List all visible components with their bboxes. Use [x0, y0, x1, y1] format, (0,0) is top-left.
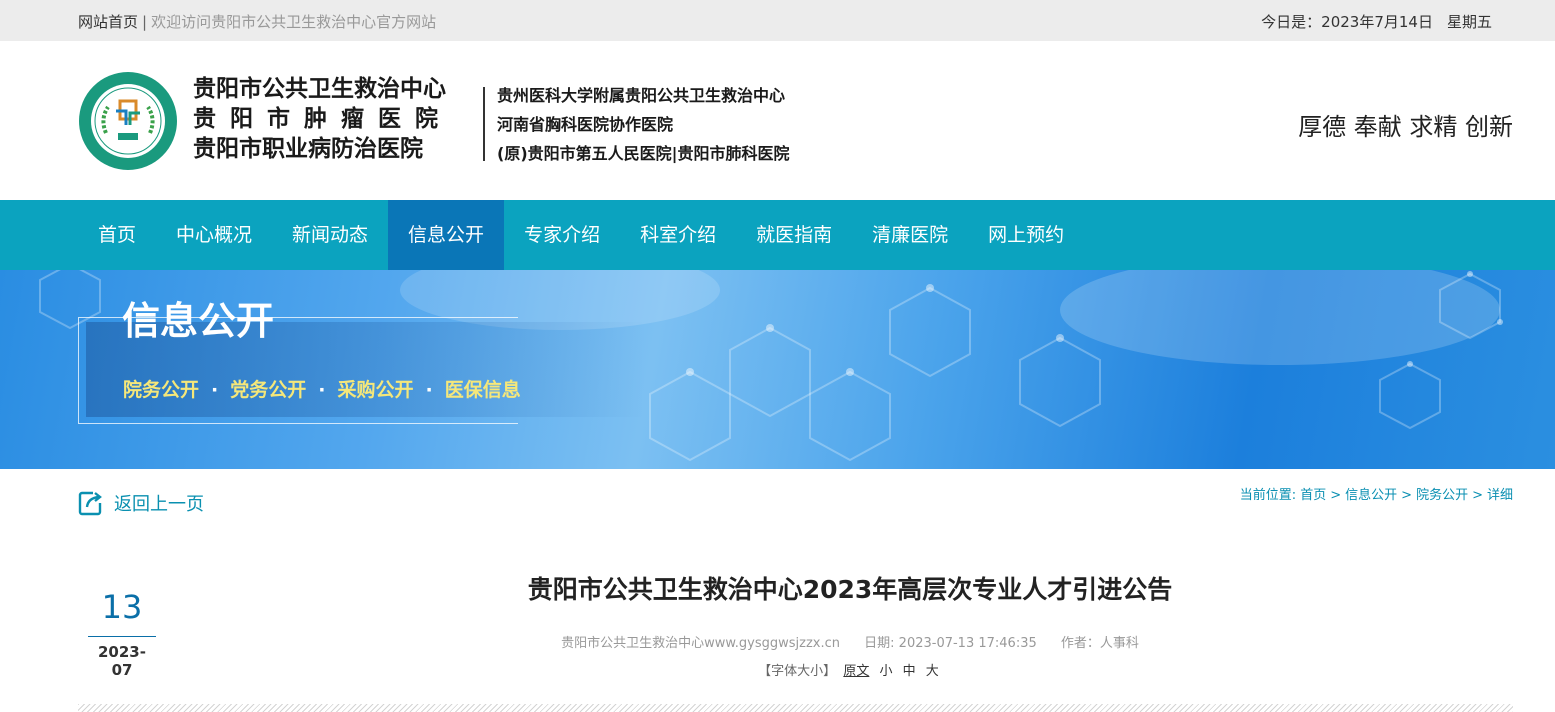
today-date: 今日是：2023年7月14日 星期五	[1261, 11, 1492, 32]
nav-item-5[interactable]: 科室介绍	[620, 200, 736, 270]
content-divider	[78, 704, 1513, 712]
article-date: 日期: 2023-07-13 17:46:35	[864, 636, 1037, 651]
subnav-dot: ·	[425, 379, 433, 401]
date-divider	[88, 636, 156, 637]
affiliation-1: 贵州医科大学附属贵阳公共卫生救治中心	[497, 86, 786, 105]
font-size-large[interactable]: 大	[926, 664, 939, 679]
article-author: 作者：人事科	[1060, 636, 1139, 651]
top-bar: 网站首页 | 欢迎访问贵阳市公共卫生救治中心官方网站 今日是：2023年7月14日星…	[0, 0, 1555, 41]
weekday: 星期五	[1446, 13, 1492, 31]
nav-item-3[interactable]: 信息公开	[388, 200, 505, 270]
hospital-motto: 厚德 奉献 求精 创新	[1298, 113, 1513, 141]
article-year-month: 2023-07	[98, 643, 146, 679]
hospital-names: 贵阳市公共卫生救治中心 贵阳市肿瘤医院 贵阳市职业病防治医院	[193, 74, 452, 164]
breadcrumb-sep: >	[1472, 488, 1483, 503]
subnav-dot: ·	[211, 379, 219, 401]
nav-item-2[interactable]: 新闻动态	[272, 200, 388, 270]
back-button[interactable]: 返回上一页	[78, 488, 204, 518]
header-divider	[483, 87, 485, 161]
hospital-name-2: 贵阳市肿瘤医院	[193, 106, 452, 132]
back-label: 返回上一页	[114, 494, 204, 515]
hospital-logo-icon[interactable]	[78, 71, 178, 171]
breadcrumb-info-public[interactable]: 信息公开	[1345, 488, 1397, 503]
affiliation-2: 河南省胸科医院协作医院	[497, 115, 674, 134]
hospital-name-1: 贵阳市公共卫生救治中心	[193, 76, 446, 102]
hospital-affiliations: 贵州医科大学附属贵阳公共卫生救治中心 河南省胸科医院协作医院 (原)贵阳市第五人…	[497, 81, 789, 168]
date-value: 2023年7月14日	[1321, 13, 1433, 31]
main-nav: 首页 中心概况 新闻动态 信息公开 专家介绍 科室介绍 就医指南 清廉医院 网上预约	[0, 200, 1555, 270]
breadcrumb-hospital-affairs[interactable]: 院务公开	[1416, 488, 1468, 503]
font-size-original[interactable]: 原文	[843, 664, 869, 679]
article-meta: 贵阳市公共卫生救治中心www.gysggwsjzzx.cn 日期: 2023-0…	[400, 632, 1300, 651]
article-day: 13	[101, 588, 143, 626]
subnav-dot: ·	[318, 379, 326, 401]
nav-item-4[interactable]: 专家介绍	[504, 200, 620, 270]
section-banner: 信息公开 院务公开 · 党务公开 · 采购公开 · 医保信息	[0, 270, 1555, 469]
banner-title: 信息公开	[122, 299, 275, 343]
subnav-link-procurement[interactable]: 采购公开	[337, 379, 413, 401]
subnav-link-party-affairs[interactable]: 党务公开	[230, 379, 306, 401]
nav-item-6[interactable]: 就医指南	[736, 200, 852, 270]
date-label: 今日是：	[1261, 13, 1322, 31]
nav-item-1[interactable]: 中心概况	[156, 200, 272, 270]
font-size-small[interactable]: 小	[879, 664, 892, 679]
nav-item-7[interactable]: 清廉医院	[852, 200, 968, 270]
site-home-link[interactable]: 网站首页	[78, 13, 138, 31]
breadcrumb-sep: >	[1330, 488, 1342, 503]
article-source: 贵阳市公共卫生救治中心www.gysggwsjzzx.cn	[561, 636, 841, 651]
nav-item-0[interactable]: 首页	[78, 200, 156, 270]
banner-subnav: 院务公开 · 党务公开 · 采购公开 · 医保信息	[123, 375, 521, 402]
breadcrumb-home[interactable]: 首页	[1300, 488, 1326, 503]
article-title: 贵阳市公共卫生救治中心2023年高层次专业人才引进公告	[527, 575, 1173, 604]
hospital-name-3: 贵阳市职业病防治医院	[193, 136, 423, 162]
nav-item-8[interactable]: 网上预约	[968, 200, 1084, 270]
font-size-medium[interactable]: 中	[903, 664, 916, 679]
welcome-text: 欢迎访问贵阳市公共卫生救治中心官方网站	[151, 13, 437, 31]
affiliation-3: (原)贵阳市第五人民医院|贵阳市肺科医院	[497, 144, 790, 163]
site-header: 贵阳市公共卫生救治中心 贵阳市肿瘤医院 贵阳市职业病防治医院 贵州医科大学附属贵…	[0, 41, 1555, 200]
top-bar-separator: |	[142, 13, 148, 31]
font-size-label: 【字体大小】	[758, 664, 837, 679]
breadcrumb: 当前位置: 首页 > 信息公开 > 院务公开 > 详细	[1240, 484, 1513, 503]
subnav-link-medical-insurance[interactable]: 医保信息	[445, 379, 521, 401]
top-bar-left: 网站首页 | 欢迎访问贵阳市公共卫生救治中心官方网站	[78, 11, 436, 32]
back-arrow-icon	[78, 491, 102, 516]
breadcrumb-prefix: 当前位置:	[1239, 488, 1297, 503]
subnav-link-hospital-affairs[interactable]: 院务公开	[123, 379, 199, 401]
article-date-block: 13 2023-07	[88, 588, 156, 679]
nav-list: 首页 中心概况 新闻动态 信息公开 专家介绍 科室介绍 就医指南 清廉医院 网上预约	[78, 200, 1084, 270]
breadcrumb-detail[interactable]: 详细	[1487, 488, 1513, 503]
font-size-switcher: 【字体大小】 原文 小 中 大	[400, 660, 1300, 679]
breadcrumb-sep: >	[1401, 488, 1413, 503]
